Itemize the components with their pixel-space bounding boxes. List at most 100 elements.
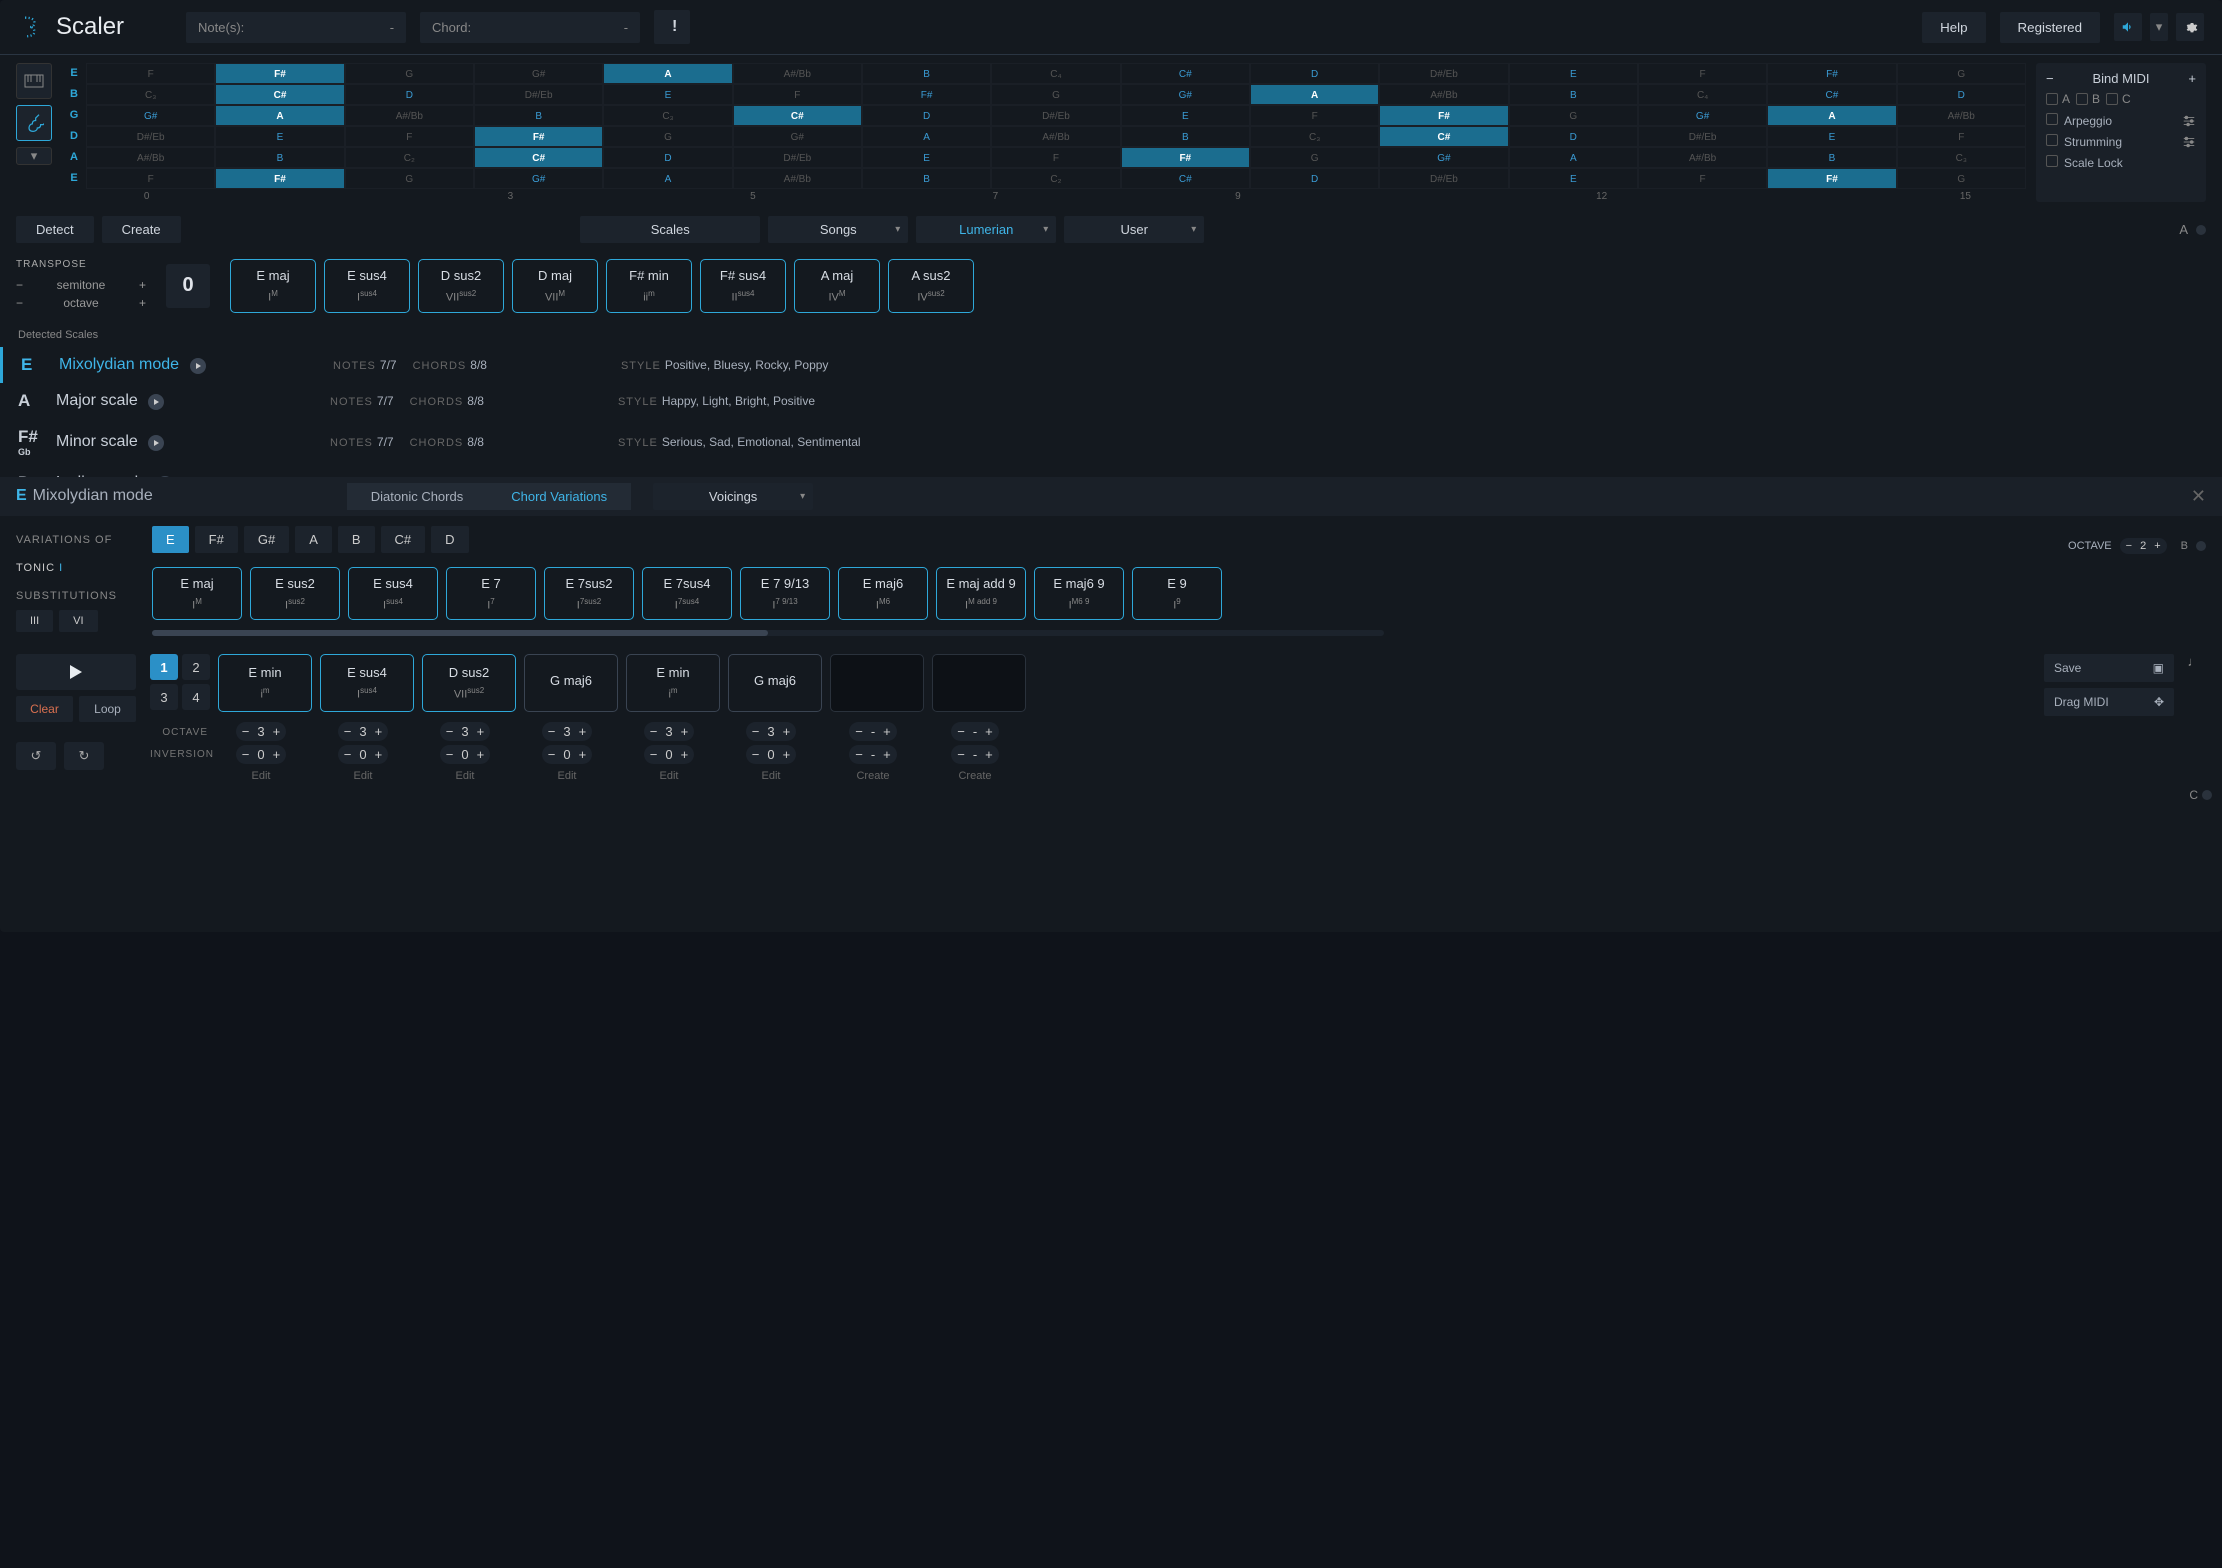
fret-cell[interactable]: E (1121, 105, 1250, 126)
fret-cell[interactable]: C# (1121, 168, 1250, 189)
octave-stepper[interactable]: −3+ (440, 722, 490, 741)
scalelock-checkbox[interactable] (2046, 155, 2058, 167)
clear-button[interactable]: Clear (16, 696, 73, 722)
user-dropdown[interactable]: User▾ (1064, 216, 1204, 243)
pad-slot[interactable]: E sus4Isus4 (320, 654, 414, 712)
octave-stepper[interactable]: −-+ (849, 722, 897, 741)
fret-cell[interactable]: G (603, 126, 732, 147)
fret-cell[interactable]: A#/Bb (1897, 105, 2026, 126)
fret-cell[interactable]: F# (1121, 147, 1250, 168)
fret-cell[interactable]: C₃ (603, 105, 732, 126)
scale-row[interactable]: DLydian mode NOTES7/7CHORDS8/8STYLEHopef… (0, 465, 2222, 477)
fret-cell[interactable]: C# (215, 84, 344, 105)
fret-cell[interactable]: G (991, 84, 1120, 105)
fret-cell[interactable]: G# (733, 126, 862, 147)
bind-channel-C[interactable]: C (2106, 92, 2131, 106)
transpose-value[interactable]: 0 (166, 264, 210, 308)
substitution-button[interactable]: III (16, 610, 53, 632)
fret-cell[interactable]: B (862, 168, 991, 189)
fret-cell[interactable]: C₃ (1250, 126, 1379, 147)
chord-pad[interactable]: E sus4Isus4 (324, 259, 410, 313)
note-pill[interactable]: A (295, 526, 332, 553)
note-pill[interactable]: E (152, 526, 189, 553)
create-button[interactable]: Create (102, 216, 181, 243)
variation-pad[interactable]: E sus4Isus4 (348, 567, 438, 621)
registered-button[interactable]: Registered (2000, 12, 2100, 43)
fret-cell[interactable]: G# (1638, 105, 1767, 126)
fret-cell[interactable]: F# (1379, 105, 1508, 126)
fret-cell[interactable]: G# (1121, 84, 1250, 105)
scale-row[interactable]: F#GbMinor scale NOTES7/7CHORDS8/8STYLESe… (0, 419, 2222, 465)
fret-cell[interactable]: A#/Bb (733, 168, 862, 189)
fret-cell[interactable]: F (1897, 126, 2026, 147)
fret-cell[interactable]: B (1767, 147, 1896, 168)
fret-cell[interactable]: G (1897, 63, 2026, 84)
fret-cell[interactable]: A (215, 105, 344, 126)
fret-cell[interactable]: A (862, 126, 991, 147)
variation-pad[interactable]: E sus2Isus2 (250, 567, 340, 621)
fret-cell[interactable]: F# (862, 84, 991, 105)
fret-cell[interactable]: D (1509, 126, 1638, 147)
scales-dropdown[interactable]: Scales (580, 216, 760, 243)
fretboard-grid[interactable]: EFF#GG#AA#/BbBC₄C#DD#/EbEFF#GBC₃C#DD#/Eb… (62, 63, 2026, 202)
edit-label[interactable]: Create (958, 770, 991, 782)
edit-label[interactable]: Edit (762, 770, 781, 782)
fret-cell[interactable]: B (1121, 126, 1250, 147)
fret-cell[interactable]: D (345, 84, 474, 105)
fret-cell[interactable]: D#/Eb (1379, 63, 1508, 84)
explorer-tab[interactable]: Chord Variations (487, 483, 631, 510)
fret-cell[interactable]: G# (1379, 147, 1508, 168)
variation-pad[interactable]: E 7 9/13I7 9/13 (740, 567, 830, 621)
fret-cell[interactable]: D#/Eb (991, 105, 1120, 126)
note-pill[interactable]: F# (195, 526, 238, 553)
fret-cell[interactable]: F (86, 63, 215, 84)
fret-cell[interactable]: G# (474, 168, 603, 189)
edit-label[interactable]: Create (856, 770, 889, 782)
loop-button[interactable]: Loop (79, 696, 136, 722)
fret-cell[interactable]: D#/Eb (86, 126, 215, 147)
bind-channel-B[interactable]: B (2076, 92, 2100, 106)
arpeggio-checkbox[interactable] (2046, 113, 2058, 125)
fret-cell[interactable]: E (1767, 126, 1896, 147)
sliders-icon[interactable] (2182, 114, 2196, 128)
fret-cell[interactable]: G (1250, 147, 1379, 168)
fret-cell[interactable]: C₄ (1638, 84, 1767, 105)
fret-cell[interactable]: C# (1121, 63, 1250, 84)
variation-pad[interactable]: E 7I7 (446, 567, 536, 621)
inversion-stepper[interactable]: −0+ (542, 745, 592, 764)
fret-cell[interactable]: D (1897, 84, 2026, 105)
pad-slot[interactable] (932, 654, 1026, 712)
fret-cell[interactable]: E (215, 126, 344, 147)
chord-pad[interactable]: D sus2VIIsus2 (418, 259, 504, 313)
edit-label[interactable]: Edit (456, 770, 475, 782)
chord-pad[interactable]: F# miniim (606, 259, 692, 313)
variation-pad[interactable]: E maj6 9IM6 9 (1034, 567, 1124, 621)
inversion-stepper[interactable]: −0+ (236, 745, 286, 764)
note-pill[interactable]: B (338, 526, 375, 553)
scale-row[interactable]: AMajor scale NOTES7/7CHORDS8/8STYLEHappy… (0, 383, 2222, 419)
inversion-stepper[interactable]: −-+ (951, 745, 999, 764)
fret-cell[interactable]: G# (86, 105, 215, 126)
fret-cell[interactable]: D#/Eb (1379, 168, 1508, 189)
play-scale-icon[interactable] (148, 435, 164, 451)
fret-cell[interactable]: G (1897, 168, 2026, 189)
undo-button[interactable]: ↺ (16, 742, 56, 770)
octave-stepper[interactable]: −2+ (2120, 538, 2167, 554)
save-button[interactable]: Save▣ (2044, 654, 2174, 682)
fret-cell[interactable]: C₂ (991, 168, 1120, 189)
dropdown-icon[interactable]: ▾ (2150, 13, 2168, 41)
drag-midi-button[interactable]: Drag MIDI✥ (2044, 688, 2174, 716)
fret-cell[interactable]: G (345, 168, 474, 189)
octave-stepper[interactable]: −-+ (951, 722, 999, 741)
fret-cell[interactable]: A (603, 63, 732, 84)
octave-stepper[interactable]: −3+ (236, 722, 286, 741)
fret-cell[interactable]: E (1509, 168, 1638, 189)
inversion-stepper[interactable]: −0+ (440, 745, 490, 764)
fret-cell[interactable]: E (603, 84, 732, 105)
fret-cell[interactable]: A (1250, 84, 1379, 105)
octave-stepper[interactable]: −3+ (338, 722, 388, 741)
fret-cell[interactable]: D#/Eb (733, 147, 862, 168)
variation-pad[interactable]: E majIM (152, 567, 242, 621)
alert-button[interactable]: ! (654, 10, 690, 44)
fret-cell[interactable]: C₃ (1897, 147, 2026, 168)
